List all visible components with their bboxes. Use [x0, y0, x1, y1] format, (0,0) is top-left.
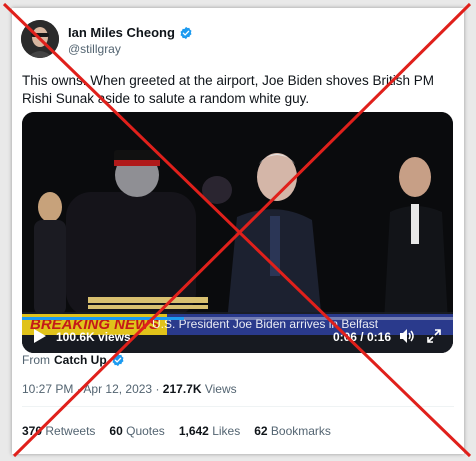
author-handle[interactable]: @stillgray — [68, 42, 121, 56]
video-source-line: From Catch Up — [22, 353, 125, 367]
tweet-meta: 10:27 PM · Apr 12, 2023 · 217.7K Views — [22, 382, 237, 396]
progress-bar[interactable] — [22, 317, 453, 320]
bookmarks-count: 62 — [254, 424, 268, 438]
source-verified-badge-icon — [112, 353, 124, 367]
likes-count: 1,642 — [178, 424, 209, 438]
retweets-label: Retweets — [45, 424, 96, 438]
source-name-link[interactable]: Catch Up — [54, 353, 107, 367]
author-name[interactable]: Ian Miles Cheong — [68, 25, 175, 40]
fullscreen-icon[interactable] — [427, 329, 441, 343]
engagement-stats: 370 Retweets 60 Quotes 1,642 Likes 62 Bo… — [22, 424, 331, 438]
video-views-count: 100.6K views — [56, 330, 131, 344]
views-count: 217.7K — [162, 382, 202, 396]
verified-badge-icon — [180, 26, 192, 39]
play-icon[interactable] — [34, 329, 46, 343]
tweet-card: Ian Miles Cheong @stillgray This owns. W… — [12, 8, 464, 454]
quotes-label: Quotes — [126, 424, 165, 438]
divider — [22, 406, 454, 407]
author-name-row[interactable]: Ian Miles Cheong — [68, 25, 193, 40]
video-player[interactable]: BREAKING NEWS U.S. President Joe Biden a… — [22, 112, 453, 353]
video-controls: 100.6K views 0:06 / 0:16 — [22, 317, 453, 353]
quotes-count: 60 — [109, 424, 123, 438]
meta-separator: · — [76, 382, 81, 396]
quotes-stat[interactable]: 60 Quotes — [109, 424, 164, 438]
bookmarks-stat[interactable]: 62 Bookmarks — [254, 424, 331, 438]
likes-label: Likes — [212, 424, 241, 438]
views-label: Views — [204, 382, 237, 396]
progress-fill — [22, 317, 184, 320]
video-time: 0:06 / 0:16 — [332, 330, 391, 344]
tweet-date[interactable]: Apr 12, 2023 — [83, 382, 152, 396]
avatar-image — [21, 20, 59, 58]
likes-stat[interactable]: 1,642 Likes — [179, 424, 240, 438]
meta-separator: · — [155, 382, 160, 396]
source-prefix: From — [22, 353, 50, 367]
avatar[interactable] — [21, 20, 59, 58]
retweets-count: 370 — [22, 424, 43, 438]
tweet-time[interactable]: 10:27 PM — [22, 382, 73, 396]
tweet-text: This owns. When greeted at the airport, … — [22, 73, 434, 106]
volume-icon[interactable] — [400, 329, 415, 343]
retweets-stat[interactable]: 370 Retweets — [22, 424, 95, 438]
bookmarks-label: Bookmarks — [270, 424, 331, 438]
